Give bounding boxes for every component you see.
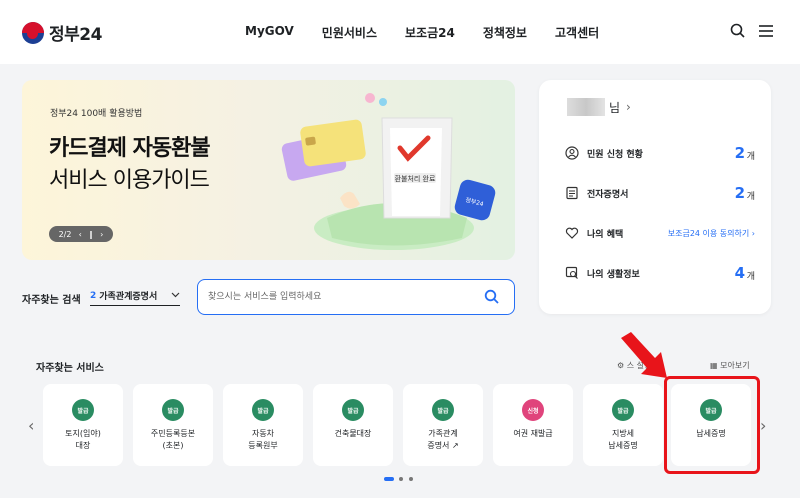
carousel-next-arrow-icon[interactable]: ›	[760, 416, 766, 435]
row-count: 2	[734, 184, 745, 202]
service-label: 가족관계 증명서 ↗	[427, 429, 459, 450]
user-summary-card: 님 › 민원 신청 현황 2 개 전자증명서 2 개 나의 혜택 보조금24 이…	[539, 80, 771, 314]
service-card[interactable]: 발급 지방세 납세증명	[583, 384, 663, 466]
row-label: 나의 생활정보	[587, 269, 640, 280]
service-card[interactable]: 발급 가족관계 증명서 ↗	[403, 384, 483, 466]
header: 정부24 MyGOV 민원서비스 보조금24 정책정보 고객센터	[0, 0, 800, 64]
issue-badge: 발급	[432, 399, 454, 421]
logo-text: 정부24	[49, 25, 102, 45]
nav-item-civil-service[interactable]: 민원서비스	[322, 24, 377, 41]
receipt-text: 환불처리 완료	[395, 174, 436, 183]
menu-icon[interactable]	[757, 22, 775, 40]
row-label: 전자증명서	[587, 189, 629, 200]
chevron-right-icon: ›	[626, 100, 631, 114]
row-count: 2	[734, 144, 745, 162]
service-label: 주민등록등본 (초본)	[150, 429, 196, 450]
row-unit: 개	[746, 272, 755, 282]
select-rank: 2	[90, 290, 97, 301]
service-label: 토지(임야) 대장	[65, 429, 101, 450]
user-name-suffix: 님	[609, 100, 621, 115]
prev-arrow-icon[interactable]: ‹	[79, 230, 82, 239]
pause-icon[interactable]: ‖	[89, 230, 93, 239]
issue-badge: 발급	[72, 399, 94, 421]
issue-badge: 발급	[252, 399, 274, 421]
service-card[interactable]: 발급 건축물대장	[313, 384, 393, 466]
user-name[interactable]: 님 ›	[567, 98, 631, 116]
issue-badge: 발급	[612, 399, 634, 421]
row-life-info[interactable]: 나의 생활정보 4 개	[565, 263, 755, 283]
frequent-search-label: 자주찾는 검색	[22, 295, 81, 306]
banner-pager: 2/2 ‹ ‖ ›	[49, 226, 113, 242]
promo-banner[interactable]: 정부24 100배 활용방법 카드결제 자동환불 서비스 이용가이드 2/2 ‹…	[22, 80, 515, 260]
service-label: 지방세 납세증명	[608, 429, 638, 450]
service-label: 자동차 등록원부	[248, 429, 278, 450]
subsidy-consent-link[interactable]: 보조금24 이용 동의하기 ›	[668, 228, 755, 239]
banner-title-line2: 서비스 이용가이드	[49, 168, 210, 193]
red-arrow-icon	[621, 332, 667, 378]
search-input[interactable]	[208, 289, 478, 305]
apply-badge: 신청	[522, 399, 544, 421]
service-label: 여권 재발급	[513, 429, 553, 438]
row-unit: 개	[746, 192, 755, 202]
row-application-status[interactable]: 민원 신청 현황 2 개	[565, 143, 755, 163]
heart-icon	[565, 227, 579, 239]
nav-item-policy-info[interactable]: 정책정보	[483, 24, 527, 41]
banner-page-count: 2/2	[58, 229, 72, 239]
service-label: 건축물대장	[334, 429, 372, 438]
carousel-dot-active[interactable]	[384, 477, 394, 481]
chevron-down-icon	[171, 292, 180, 298]
issue-badge: 발급	[342, 399, 364, 421]
search-document-icon	[565, 266, 578, 279]
service-card[interactable]: 발급 주민등록등본 (초본)	[133, 384, 213, 466]
next-arrow-icon[interactable]: ›	[100, 230, 103, 239]
issue-badge: 발급	[162, 399, 184, 421]
nav-item-subsidy24[interactable]: 보조금24	[405, 24, 455, 41]
banner-illustration: 환불처리 완료 정부24	[281, 93, 496, 250]
search-icon[interactable]	[729, 22, 747, 40]
carousel-dot[interactable]	[409, 477, 413, 481]
select-value: 가족관계증명서	[99, 292, 158, 302]
main-nav: MyGOV 민원서비스 보조금24 정책정보 고객센터	[245, 24, 627, 41]
document-icon	[566, 186, 578, 200]
search-box	[197, 279, 515, 315]
banner-subtitle: 정부24 100배 활용방법	[50, 109, 143, 119]
carousel-dot[interactable]	[399, 477, 403, 481]
blurred-user-name	[567, 98, 605, 116]
person-icon	[565, 146, 579, 160]
nav-item-customer-center[interactable]: 고객센터	[555, 24, 599, 41]
taegeuk-logo-icon	[22, 21, 44, 44]
banner-title-line1: 카드결제 자동환불	[49, 136, 211, 161]
section-title: 자주찾는 서비스	[36, 363, 104, 374]
carousel-prev-arrow-icon[interactable]: ‹	[28, 416, 34, 435]
search-icon[interactable]	[484, 289, 500, 305]
service-card[interactable]: 발급 자동차 등록원부	[223, 384, 303, 466]
row-count: 4	[734, 264, 745, 282]
service-card[interactable]: 신청 여권 재발급	[493, 384, 573, 466]
row-e-certificates[interactable]: 전자증명서 2 개	[565, 183, 755, 203]
nav-item-mygov[interactable]: MyGOV	[245, 24, 294, 41]
frequent-search-select[interactable]: 2 가족관계증명서	[90, 286, 180, 306]
row-my-benefits[interactable]: 나의 혜택 보조금24 이용 동의하기 ›	[565, 223, 755, 243]
highlight-box	[664, 376, 760, 474]
row-unit: 개	[746, 152, 755, 162]
service-card[interactable]: 발급 토지(임야) 대장	[43, 384, 123, 466]
logo[interactable]: 정부24	[22, 20, 102, 45]
row-label: 나의 혜택	[587, 229, 624, 240]
row-label: 민원 신청 현황	[587, 149, 643, 160]
view-all-button[interactable]: ▦ 모아보기	[710, 360, 750, 371]
